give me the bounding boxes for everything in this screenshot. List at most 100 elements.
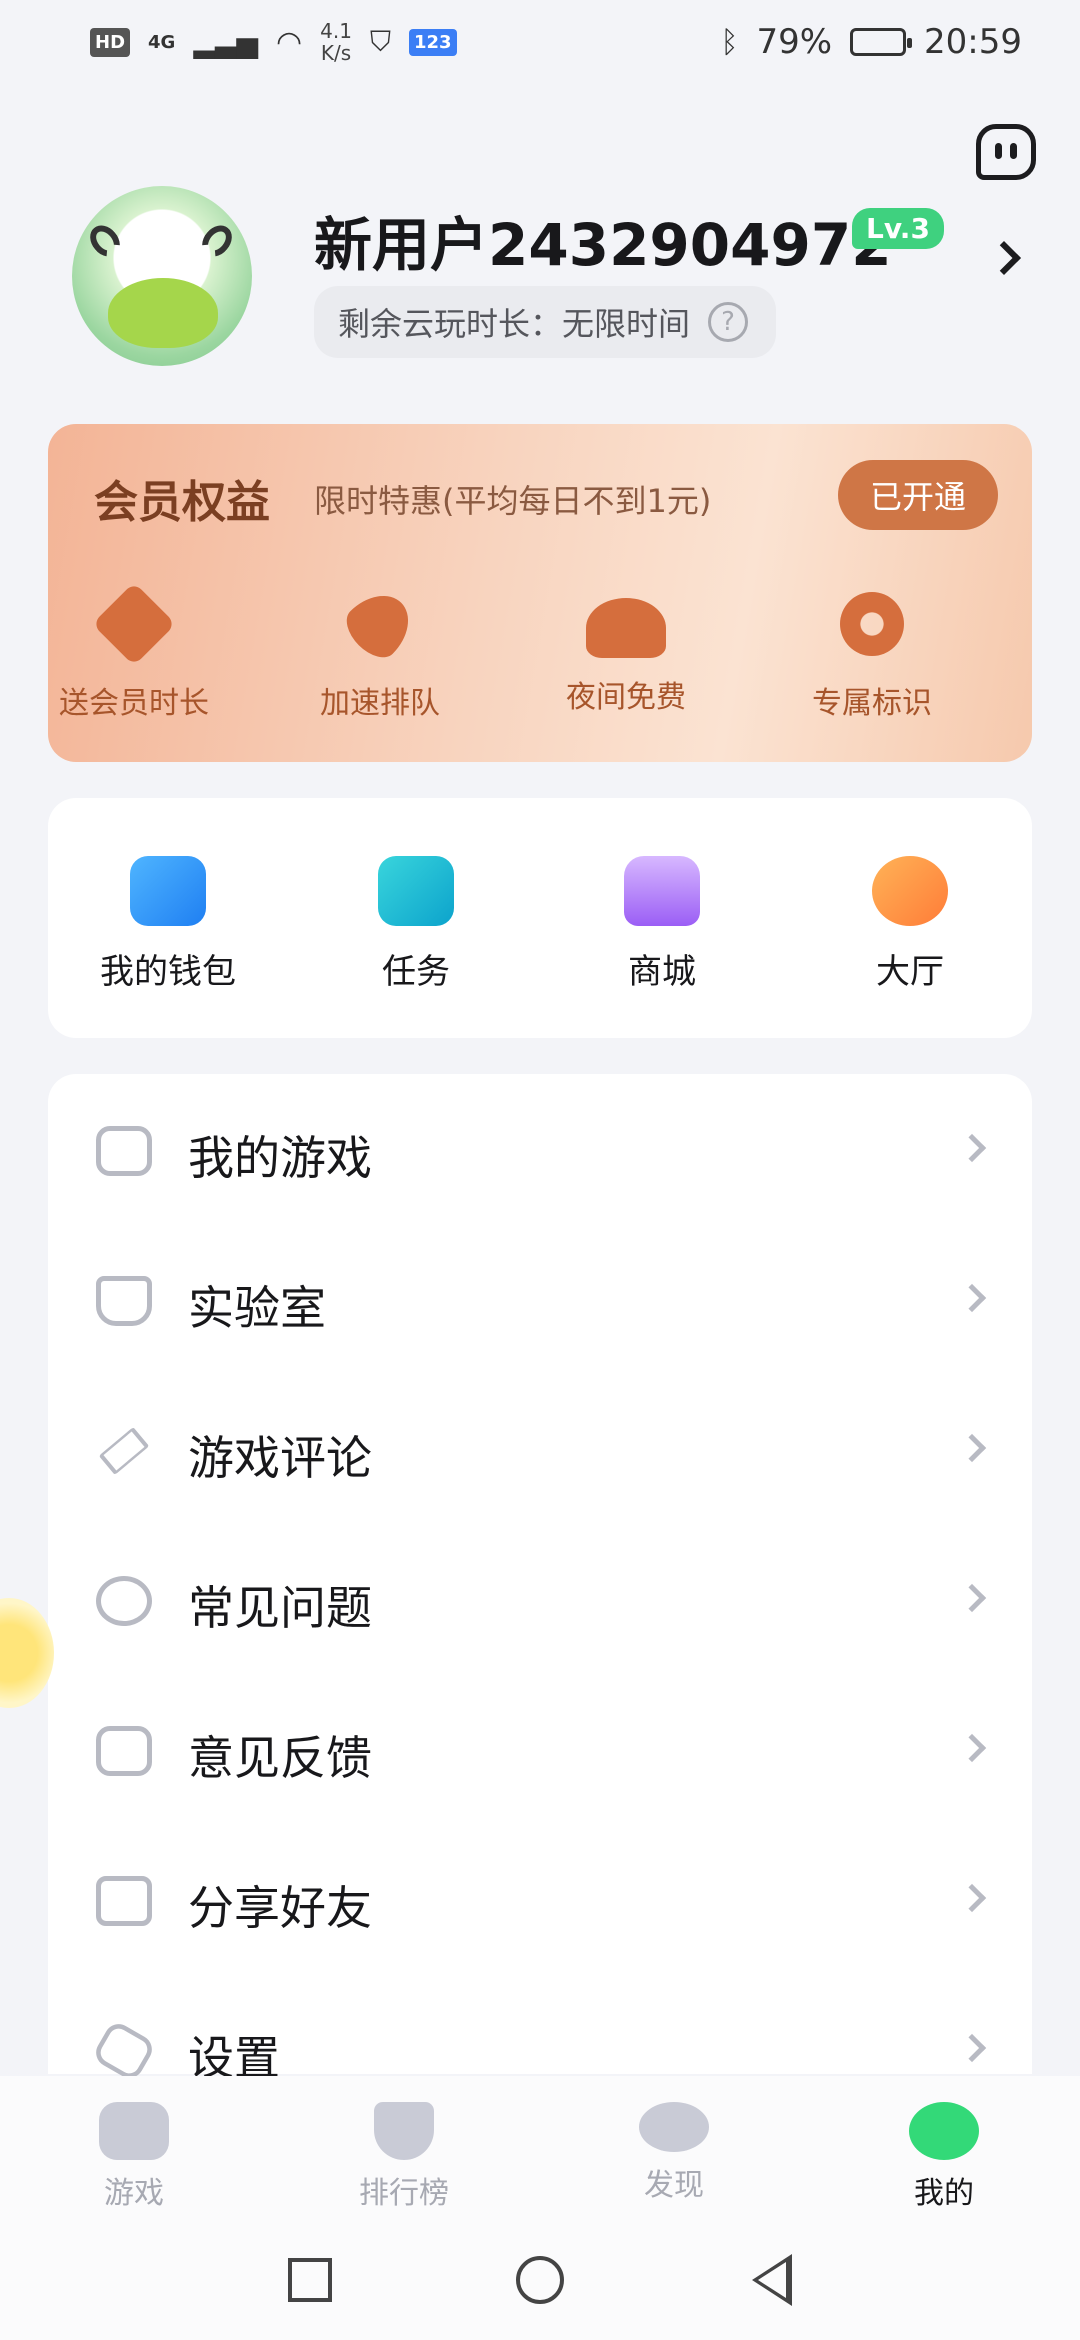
network-speed: 4.1 K/s	[320, 20, 352, 64]
medal-icon	[840, 592, 904, 656]
status-left: HD 4G ▂▃▅ ◠ 4.1 K/s ⛉ 123	[90, 20, 457, 64]
quick-action-label: 大厅	[876, 952, 944, 992]
profile-header[interactable]: 新用户2432904972 Lv.3 剩余云玩时长：无限时间 ?	[72, 186, 1022, 366]
battery-percent: 79%	[756, 22, 833, 62]
back-icon[interactable]	[752, 2254, 792, 2306]
menu-item-label: 我的游戏	[188, 1131, 372, 1185]
profile-chevron-right-icon[interactable]	[987, 241, 1021, 275]
store-icon	[624, 856, 700, 926]
task-icon	[378, 856, 454, 926]
gamepad-icon	[96, 1126, 152, 1176]
speed-unit: K/s	[320, 41, 352, 65]
menu-item-label: 游戏评论	[188, 1431, 372, 1485]
feedback-icon	[96, 1726, 152, 1776]
playtime-value: 无限时间	[562, 305, 691, 343]
level-badge: Lv.3	[852, 208, 944, 249]
membership-card[interactable]: 会员权益 限时特惠(平均每日不到1元) 已开通 送会员时长 加速排队 夜间免费 …	[48, 424, 1032, 762]
discover-tab-icon	[639, 2102, 709, 2152]
avatar-face	[108, 278, 218, 348]
gift-time-icon	[92, 582, 176, 666]
wifi-icon: ◠	[275, 24, 303, 60]
status-right: ᛒ 79% 20:59	[720, 22, 1022, 62]
tab-games[interactable]: 游戏	[44, 2102, 224, 2212]
clock: 20:59	[924, 22, 1022, 62]
chevron-right-icon	[957, 1283, 987, 1313]
chevron-right-icon	[957, 1133, 987, 1163]
perk-night-free[interactable]: 夜间免费	[526, 584, 726, 716]
menu-item-label: 常见问题	[188, 1581, 372, 1635]
tab-discover[interactable]: 发现	[584, 2102, 764, 2204]
home-icon[interactable]	[516, 2256, 564, 2304]
gamepad-tab-icon	[99, 2102, 169, 2160]
tab-ranking[interactable]: 排行榜	[314, 2102, 494, 2212]
quick-actions-card: 我的钱包 任务 商城 大厅	[48, 798, 1032, 1038]
menu-item-game-reviews[interactable]: 游戏评论	[48, 1374, 1032, 1524]
chevron-right-icon	[957, 2033, 987, 2063]
avatar-horn-right	[196, 219, 238, 263]
menu-item-label: 分享好友	[188, 1881, 372, 1935]
tab-label: 排行榜	[359, 2176, 449, 2211]
lobby-icon	[872, 856, 948, 926]
speed-value: 4.1	[320, 19, 352, 43]
menu-item-faq[interactable]: 常见问题	[48, 1524, 1032, 1674]
share-icon	[96, 1876, 152, 1926]
chevron-right-icon	[957, 1583, 987, 1613]
membership-title: 会员权益	[94, 477, 270, 528]
username: 新用户2432904972	[314, 211, 892, 279]
shield-icon: ⛉	[369, 25, 391, 58]
app-badge: 123	[408, 28, 457, 56]
lobby-button[interactable]: 大厅	[810, 856, 1010, 993]
wallet-icon	[130, 856, 206, 926]
tab-label: 游戏	[104, 2176, 164, 2211]
bottom-tab-bar: 游戏 排行榜 发现 我的	[0, 2076, 1080, 2226]
menu-item-lab[interactable]: 实验室	[48, 1224, 1032, 1374]
chevron-right-icon	[957, 1883, 987, 1913]
perk-gift-time[interactable]: 送会员时长	[48, 582, 234, 722]
message-icon[interactable]	[976, 124, 1036, 180]
menu-item-feedback[interactable]: 意见反馈	[48, 1674, 1032, 1824]
tab-profile[interactable]: 我的	[854, 2102, 1034, 2212]
perk-label: 送会员时长	[59, 686, 209, 721]
alert-circle-icon	[96, 1576, 152, 1626]
floating-assistant-button[interactable]	[0, 1598, 54, 1708]
quick-action-label: 商城	[628, 952, 696, 992]
perk-exclusive-badge[interactable]: 专属标识	[772, 584, 972, 722]
pencil-icon	[98, 1427, 150, 1475]
settings-menu: 我的游戏 实验室 游戏评论 常见问题 意见反馈 分享好友 设置	[48, 1074, 1032, 2085]
status-bar: HD 4G ▂▃▅ ◠ 4.1 K/s ⛉ 123 ᛒ 79% 20:59	[0, 0, 1080, 84]
perk-label: 专属标识	[812, 686, 932, 721]
avatar[interactable]	[72, 186, 252, 366]
profile-monster-tab-icon	[909, 2102, 979, 2160]
wallet-button[interactable]: 我的钱包	[68, 856, 268, 993]
menu-item-my-games[interactable]: 我的游戏	[48, 1074, 1032, 1224]
perk-label: 加速排队	[320, 686, 440, 721]
perk-label: 夜间免费	[566, 680, 686, 715]
avatar-horn-left	[84, 219, 126, 263]
signal-icon: ▂▃▅	[193, 25, 258, 59]
ranking-tab-icon	[374, 2102, 434, 2160]
membership-subtitle: 限时特惠(平均每日不到1元)	[314, 482, 712, 520]
store-button[interactable]: 商城	[562, 856, 762, 993]
help-icon[interactable]: ?	[708, 302, 749, 342]
playtime-text: 剩余云玩时长：无限时间	[338, 299, 690, 345]
chevron-right-icon	[957, 1433, 987, 1463]
tasks-button[interactable]: 任务	[316, 856, 516, 993]
membership-activated-button[interactable]: 已开通	[838, 460, 998, 530]
quick-action-label: 我的钱包	[100, 952, 236, 992]
hd-badge: HD	[90, 27, 131, 57]
menu-item-label: 意见反馈	[188, 1731, 372, 1785]
bluetooth-icon: ᛒ	[720, 24, 739, 60]
battery-icon	[850, 28, 913, 56]
perk-speed-queue[interactable]: 加速排队	[280, 581, 480, 722]
tab-label: 发现	[644, 2168, 704, 2203]
settings-icon	[90, 2018, 158, 2084]
menu-item-share[interactable]: 分享好友	[48, 1824, 1032, 1974]
rocket-icon	[337, 581, 423, 667]
chevron-right-icon	[957, 1733, 987, 1763]
tab-label: 我的	[914, 2176, 974, 2211]
playtime-label: 剩余云玩时长：	[338, 305, 563, 343]
network-badge: 4G	[148, 31, 176, 53]
quick-action-label: 任务	[382, 952, 450, 992]
recent-apps-icon[interactable]	[288, 2258, 332, 2302]
flask-icon	[96, 1276, 152, 1326]
